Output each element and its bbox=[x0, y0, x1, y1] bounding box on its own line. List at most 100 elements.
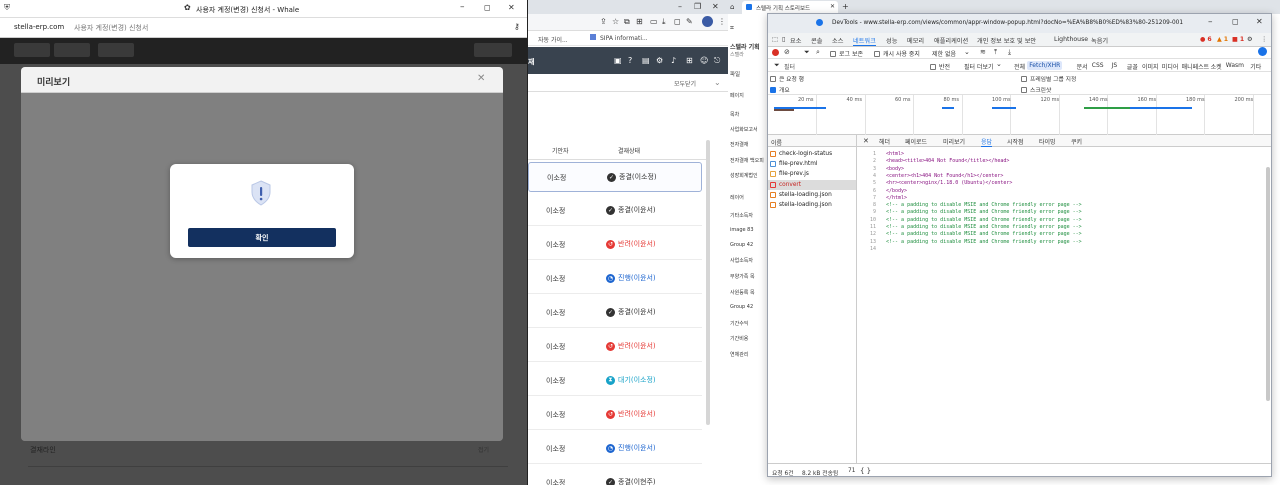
scrollbar[interactable] bbox=[706, 140, 710, 425]
key-icon[interactable]: ⚷ bbox=[514, 22, 520, 31]
tab-network[interactable]: 네트워크 bbox=[853, 36, 876, 46]
preserve-log-checkbox[interactable]: 로그 보존 bbox=[830, 49, 863, 58]
close-icon[interactable]: ✕ bbox=[477, 73, 485, 84]
translate-icon[interactable]: ⊞ bbox=[636, 17, 643, 26]
response-code-view[interactable]: 1 <html> 2 <head><title>404 Not Found</titl… bbox=[857, 151, 1262, 461]
request-row[interactable]: file-prev.js bbox=[768, 169, 856, 179]
puzzle-icon[interactable]: ✎ bbox=[686, 17, 693, 26]
warning-count-badge[interactable]: ▲ 1 bbox=[1217, 36, 1228, 43]
user-icon[interactable]: ☺ bbox=[700, 56, 708, 65]
tab-sources[interactable]: 소스 bbox=[832, 36, 843, 45]
sidebar-item[interactable]: 부양가족 목 bbox=[730, 273, 755, 280]
tab-console[interactable]: 콘솔 bbox=[811, 36, 822, 45]
avatar[interactable] bbox=[702, 16, 713, 27]
search-icon[interactable]: ⌕ bbox=[816, 48, 820, 57]
table-row[interactable]: 이소정 ✓ 종결(이윤서) bbox=[528, 298, 702, 328]
info-count-badge[interactable]: ■ 1 bbox=[1232, 36, 1244, 43]
sidebar-item[interactable]: 전자결재 bbox=[730, 141, 748, 148]
close-icon[interactable]: ✕ bbox=[712, 2, 719, 11]
type-filter-chip[interactable]: 매니페스트 bbox=[1180, 61, 1212, 72]
bookmark-item[interactable]: SIPA informati... bbox=[600, 35, 648, 42]
bell-icon[interactable]: ♪ bbox=[671, 56, 676, 65]
table-row[interactable]: 이소정 ◔ 진행(이윤서) bbox=[528, 434, 702, 464]
request-row[interactable]: stella-loading.json bbox=[768, 190, 856, 200]
sidebar-tab-file[interactable]: 파일 bbox=[730, 70, 740, 78]
name-column-header[interactable]: 이름 bbox=[771, 138, 782, 147]
tab-elements[interactable]: 요소 bbox=[790, 36, 801, 45]
filter-icon[interactable]: ⏷ bbox=[804, 48, 810, 57]
sidebar-item[interactable]: 기타소득자 bbox=[730, 212, 753, 219]
minimize-icon[interactable]: – bbox=[678, 2, 682, 11]
close-icon[interactable]: ✕ bbox=[1256, 17, 1263, 26]
record-icon[interactable] bbox=[772, 49, 779, 56]
maximize-icon[interactable]: ◻ bbox=[1232, 17, 1239, 26]
close-icon[interactable]: ✕ bbox=[830, 3, 835, 10]
sidebar-item[interactable]: 사업소득자 bbox=[730, 257, 753, 264]
table-row[interactable]: 이소정 ✓ 종결(이윤서) bbox=[528, 196, 702, 226]
clear-icon[interactable]: ⊘ bbox=[784, 48, 790, 56]
sidebar-item[interactable]: 레이어 bbox=[730, 194, 744, 201]
sidebar-item[interactable]: Group 42 bbox=[730, 304, 753, 310]
close-icon[interactable]: ✕ bbox=[863, 137, 869, 145]
star-icon[interactable]: ☆ bbox=[612, 17, 619, 26]
collapse-button[interactable]: 접기 bbox=[478, 445, 489, 454]
request-row[interactable]: file-prev.html bbox=[768, 159, 856, 169]
tab-lighthouse[interactable]: Lighthouse bbox=[1054, 36, 1088, 43]
table-row[interactable]: 이소정 ✓ 종결(이현주) bbox=[528, 468, 702, 485]
type-filter-chip[interactable]: Wasm bbox=[1224, 61, 1246, 70]
menu-icon[interactable]: ⋮ bbox=[718, 17, 726, 26]
address-bar[interactable]: stella-erp.com 사용자 계정(변경) 신청서 ⚷ bbox=[0, 18, 527, 38]
sidebar-item[interactable]: 성장회계법인 bbox=[730, 172, 758, 179]
detail-tab[interactable]: 헤더 bbox=[879, 137, 890, 146]
chevron-down-icon[interactable]: ⌄ bbox=[714, 78, 721, 87]
sidebar-item[interactable]: 기간비용 bbox=[730, 335, 748, 342]
home-icon[interactable]: ⌂ bbox=[730, 3, 734, 11]
type-filter-chip[interactable]: 미디어 bbox=[1160, 61, 1181, 72]
sidebar-item[interactable]: 연체관리 bbox=[730, 351, 748, 358]
share-icon[interactable]: ⇪ bbox=[600, 17, 607, 26]
download-icon[interactable]: ⤓ bbox=[662, 17, 666, 27]
help-icon[interactable]: ? bbox=[628, 56, 632, 65]
table-row[interactable]: 이소정 ↺ 반려(이윤서) bbox=[528, 400, 702, 430]
minimize-icon[interactable]: – bbox=[460, 2, 465, 12]
sidebar-item[interactable]: 사원등록 목 bbox=[730, 289, 755, 296]
sidebar-item[interactable]: 사업화보고서 bbox=[730, 126, 758, 133]
wifi-icon[interactable]: ≋ bbox=[980, 48, 986, 56]
toolbar-button[interactable] bbox=[14, 43, 50, 57]
upload-icon[interactable]: ⤒ bbox=[994, 48, 997, 57]
detail-tab[interactable]: 페이로드 bbox=[905, 137, 927, 146]
close-icon[interactable]: ✕ bbox=[508, 3, 515, 12]
table-row[interactable]: 이소정 ↺ 반려(이윤서) bbox=[528, 230, 702, 260]
type-filter-chip[interactable]: 전체 bbox=[1012, 61, 1027, 72]
sidebar-item[interactable]: 목차 bbox=[730, 111, 739, 118]
more-filters-dropdown[interactable]: 필터 더보기 bbox=[964, 62, 994, 71]
type-filter-chip[interactable]: 기타 bbox=[1248, 61, 1263, 72]
more-icon[interactable]: ⋮ bbox=[1261, 36, 1267, 43]
disable-cache-checkbox[interactable]: 캐시 사용 중지 bbox=[874, 49, 920, 58]
tab-performance[interactable]: 성능 bbox=[886, 36, 897, 45]
scrollbar[interactable] bbox=[1266, 167, 1270, 401]
table-row[interactable]: 이소정 ⧗ 대기(이소정) bbox=[528, 366, 702, 396]
toolbar-button[interactable] bbox=[98, 43, 134, 57]
overview-checkbox[interactable]: 개요 bbox=[770, 85, 790, 94]
clipboard-icon[interactable]: ▣ bbox=[614, 56, 622, 65]
table-row[interactable]: 이소정 ◔ 진행(이윤서) bbox=[528, 264, 702, 294]
detail-tab[interactable]: 타이밍 bbox=[1039, 137, 1056, 146]
tab-recorder[interactable]: 녹음기 bbox=[1091, 36, 1108, 45]
sidebar-item[interactable]: Group 42 bbox=[730, 242, 753, 248]
detail-tab[interactable]: 응답 bbox=[981, 137, 993, 147]
toolbar-button[interactable] bbox=[54, 43, 90, 57]
request-row[interactable]: stella-loading.json bbox=[768, 200, 856, 210]
table-row[interactable]: 이소정 ✓ 종결(이소정) bbox=[528, 162, 702, 192]
inspect-icon[interactable]: ⬚ bbox=[772, 36, 778, 43]
type-filter-chip[interactable]: CSS bbox=[1090, 61, 1106, 70]
big-request-rows-checkbox[interactable]: 큰 요청 행 bbox=[770, 74, 804, 83]
device-toolbar-icon[interactable]: ▯ bbox=[782, 36, 785, 43]
tab-application[interactable]: 애플리케이션 bbox=[934, 36, 968, 45]
toolbar-button[interactable] bbox=[474, 43, 512, 57]
type-filter-chip[interactable]: Fetch/XHR bbox=[1027, 61, 1063, 70]
throttle-select[interactable]: 제한 없음 bbox=[932, 49, 956, 58]
filter-input[interactable]: 필터 bbox=[784, 62, 795, 71]
request-row[interactable]: convert bbox=[768, 179, 856, 190]
new-tab-icon[interactable]: + bbox=[842, 2, 849, 11]
